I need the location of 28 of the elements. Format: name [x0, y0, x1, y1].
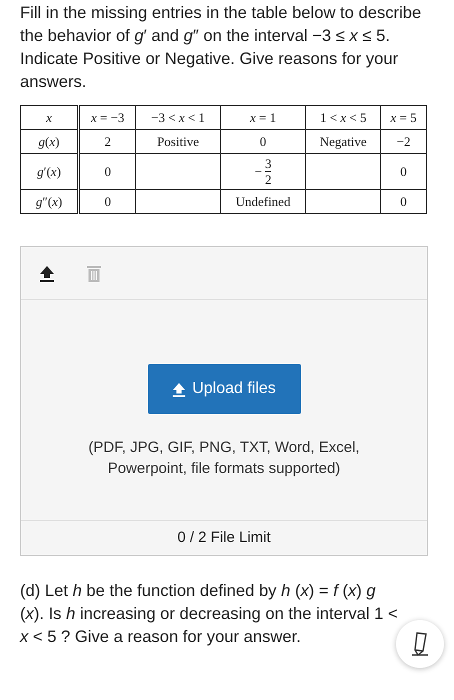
table-cell: 0 [220, 130, 306, 154]
table-header: x [20, 106, 78, 130]
table-cell: 0 [78, 190, 136, 214]
question-text: Fill in the missing entries in the table below to describe the behavior of g′ and g″ on the interval −3 ≤ x ≤ 5. Indicate Positive or Negative. Give reasons for your answers. [20, 2, 422, 93]
table-cell: g′(x) [20, 154, 78, 190]
table-cell: 0 [380, 154, 426, 190]
upload-icon[interactable] [39, 264, 55, 282]
supported-formats-text: (PDF, JPG, GIF, PNG, TXT, Word, Excel, Powerpoint, file formats supported) [87, 438, 361, 479]
table-cell: Negative [306, 130, 381, 154]
table-cell: 0 [380, 190, 426, 214]
table-header: 1 < x < 5 [306, 106, 381, 130]
upload-files-button[interactable]: Upload files [148, 364, 300, 414]
table-cell: 2 [78, 130, 136, 154]
pencil-button[interactable] [396, 620, 444, 668]
table-header: x = 5 [380, 106, 426, 130]
table-cell: 0 [78, 154, 136, 190]
table-header: x = −3 [78, 106, 136, 130]
table-cell: g(x) [20, 130, 78, 154]
table-cell: Positive [136, 130, 220, 154]
table-header: x = 1 [220, 106, 306, 130]
table-cell: g″(x) [20, 190, 78, 214]
question-text: (d) Let h be the function defined by h (x) = f (x) g (x). Is h increasing or decreasing on the interval 1 < x < 5 ? Give a reason for your answer. [20, 580, 399, 648]
table-cell: Undefined [220, 190, 306, 214]
upload-icon [172, 382, 186, 396]
table-header: −3 < x < 1 [136, 106, 220, 130]
table-cell: −2 [380, 130, 426, 154]
file-limit-text: 0 / 2 File Limit [177, 528, 271, 546]
pencil-icon [409, 631, 431, 657]
